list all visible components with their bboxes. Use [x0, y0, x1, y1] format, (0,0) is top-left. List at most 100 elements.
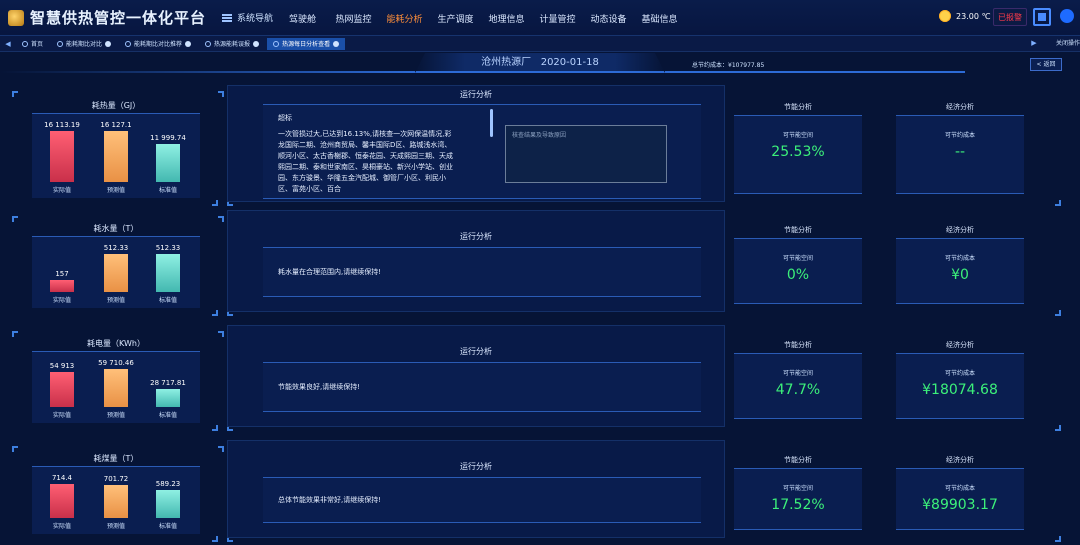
bar-category-label: 标准值 [158, 523, 177, 530]
reason-input[interactable]: 核查结果及导致原因 [505, 125, 667, 183]
nav-item-metering[interactable]: 计量管控 [532, 12, 583, 25]
total-saving-cost: 总节约成本：¥107977.85 [692, 62, 765, 69]
bar-chart: 157 实际值 512.33 预测值 512.33 标准值 [32, 236, 200, 308]
close-icon[interactable] [253, 40, 260, 47]
energy-saving-title: 节能分析 [784, 456, 812, 464]
energy-saving-label: 可节能空间 [782, 370, 813, 377]
corner-decoration [1055, 425, 1061, 431]
analysis-title: 运行分析 [460, 232, 492, 241]
tab-scroll-left-icon[interactable]: ◀ [0, 40, 16, 48]
alarm-button[interactable]: 已报警 [993, 8, 1027, 26]
tab-daily-analysis[interactable]: 热源每日分析查看 [267, 37, 346, 50]
economic-card: 可节约成本 ¥18074.68 [896, 353, 1024, 419]
app-title: 智慧供热管控一体化平台 [30, 9, 207, 27]
tab-bar: ◀ 首页 能耗期比对比 能耗期比对比推荐 热源能耗误报 热源每日分析查看 ▶ 关… [0, 36, 1080, 52]
nav-item-geo-info[interactable]: 地理信息 [481, 12, 532, 25]
close-icon[interactable] [105, 40, 112, 47]
corner-decoration [12, 216, 18, 222]
economic-label: 可节约成本 [944, 485, 975, 492]
divider [0, 71, 415, 73]
tab-label: 能耗期比对比推荐 [134, 41, 183, 48]
sun-icon [938, 9, 952, 23]
bar-category-label: 预测值 [106, 297, 125, 304]
bar-predicted [104, 254, 128, 292]
analysis-heading: 超标 [278, 114, 292, 122]
bar-actual [50, 484, 74, 518]
analysis-content: 总体节能效果非常好,请继续保持! [263, 477, 701, 523]
bar-value-label: 54 913 [49, 362, 75, 370]
chart-title: 耗煤量（T） [93, 454, 139, 463]
bar-chart: 54 913 实际值 59 710.46 预测值 28 717.81 标准值 [32, 351, 200, 423]
bar-predicted [104, 131, 128, 182]
analysis-text: 总体节能效果非常好,请继续保持! [278, 496, 382, 504]
analysis-text: 耗水量在合理范围内,请继续保持! [278, 268, 382, 276]
energy-saving-value: 17.52% [771, 497, 825, 513]
main-nav: 驾驶舱 热网监控 能耗分析 生产调度 地理信息 计量管控 动态设备 基础信息 [277, 0, 685, 36]
economic-title: 经济分析 [946, 103, 974, 111]
economic-value: ¥89903.17 [922, 497, 998, 513]
bar-value-label: 28 717.81 [150, 379, 186, 387]
chart-title: 耗电量（KWh） [87, 339, 145, 348]
tab-icon [57, 40, 64, 47]
tab-icon [205, 40, 212, 47]
bar-category-label: 标准值 [158, 297, 177, 304]
bar-value-label: 157 [55, 270, 69, 278]
corner-decoration [12, 446, 18, 452]
close-icon[interactable] [185, 40, 192, 47]
bar-predicted [104, 369, 128, 407]
nav-item-network-monitor[interactable]: 热网监控 [328, 12, 379, 25]
corner-decoration [212, 200, 218, 206]
close-operations-menu[interactable]: 关闭操作 [1056, 38, 1080, 47]
tab-icon [273, 40, 280, 47]
tab-label: 能耗期比对比 [66, 41, 103, 48]
bar-value-label: 11 999.74 [150, 134, 186, 142]
energy-saving-card: 可节能空间 17.52% [734, 468, 862, 530]
bar-predicted [104, 485, 128, 518]
nav-item-basic-info[interactable]: 基础信息 [634, 12, 685, 25]
tab-home[interactable]: 首页 [16, 38, 49, 50]
close-icon[interactable] [333, 40, 340, 47]
analysis-title: 运行分析 [460, 347, 492, 356]
analysis-title: 运行分析 [460, 462, 492, 471]
system-nav-button[interactable]: 系统导航 [222, 11, 273, 24]
weather: 23.00 ℃ [938, 9, 990, 23]
back-button[interactable]: < 返回 [1030, 58, 1062, 71]
analysis-content: 节能效果良好,请继续保持! [263, 362, 701, 412]
bar-value-label: 701.72 [103, 475, 129, 483]
bar-standard [156, 389, 180, 407]
corner-decoration [218, 216, 224, 222]
tab-scroll-right-icon[interactable]: ▶ [1026, 39, 1042, 47]
nav-item-dynamic-equipment[interactable]: 动态设备 [583, 12, 634, 25]
tab-label: 首页 [31, 41, 44, 48]
economic-card: 可节约成本 -- [896, 115, 1024, 194]
scrollbar[interactable] [490, 109, 493, 137]
bar-value-label: 512.33 [103, 244, 129, 252]
bar-category-label: 实际值 [52, 187, 71, 194]
plant-name: 沧州热源厂 [481, 57, 532, 68]
bar-chart: 16 113.19 实际值 16 127.1 预测值 11 999.74 标准值 [32, 113, 200, 198]
energy-saving-title: 节能分析 [784, 226, 812, 234]
tab-energy-compare[interactable]: 能耗期比对比 [51, 38, 117, 50]
nav-item-production-dispatch[interactable]: 生产调度 [430, 12, 481, 25]
bar-category-label: 预测值 [106, 523, 125, 530]
energy-saving-label: 可节能空间 [782, 255, 813, 262]
nav-item-cockpit[interactable]: 驾驶舱 [277, 12, 328, 25]
analysis-panel: 运行分析节能效果良好,请继续保持! [227, 325, 725, 427]
tab-heat-source-misreport[interactable]: 热源能耗误报 [199, 38, 265, 50]
bar-standard [156, 490, 180, 518]
analysis-text: 节能效果良好,请继续保持! [278, 383, 361, 391]
bar-value-label: 589.23 [155, 480, 181, 488]
system-nav-label: 系统导航 [237, 14, 274, 24]
user-icon[interactable] [1060, 9, 1074, 23]
row-coal: 耗煤量（T） 714.4 实际值 701.72 预测值 589.23 标准值 运行分析 总体节能… [0, 440, 1080, 544]
bar-actual [50, 280, 74, 292]
bar-value-label: 714.4 [51, 474, 73, 482]
menu-icon [222, 13, 233, 22]
corner-decoration [1055, 536, 1061, 542]
nav-item-energy-analysis[interactable]: 能耗分析 [379, 12, 430, 25]
economic-title: 经济分析 [946, 456, 974, 464]
tab-energy-compare-recommend[interactable]: 能耗期比对比推荐 [119, 38, 197, 50]
corner-decoration [1055, 310, 1061, 316]
row-water: 耗水量（T） 157 实际值 512.33 预测值 512.33 标准值 运行分析 耗水量在合理… [0, 210, 1080, 318]
fullscreen-icon[interactable] [1033, 8, 1051, 26]
